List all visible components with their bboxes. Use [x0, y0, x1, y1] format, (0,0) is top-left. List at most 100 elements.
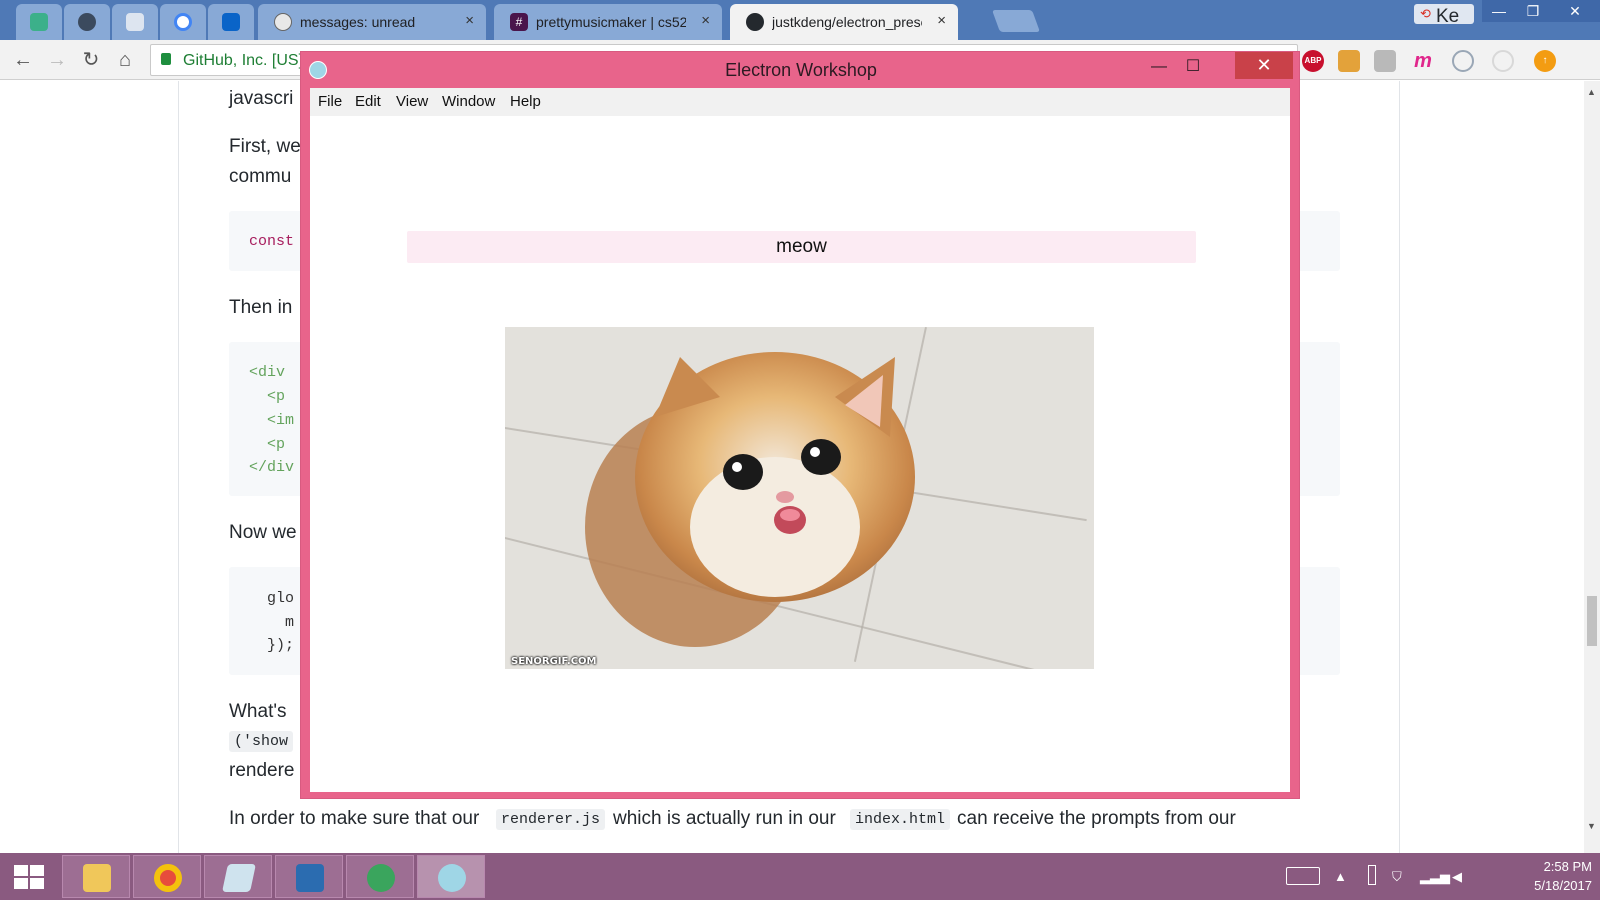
- kitten-illustration: [585, 352, 915, 647]
- tab-label: justkdeng/electron_prese: [772, 14, 922, 30]
- paragraph-text: can receive the prompts from our: [957, 808, 1236, 829]
- electron-window: Electron Workshop — ☐ ✕ File Edit View W…: [300, 51, 1300, 799]
- taskbar-atom[interactable]: [346, 855, 414, 898]
- clock-time: 2:58 PM: [1543, 859, 1592, 874]
- inline-code: index.html: [850, 809, 951, 830]
- volume-icon[interactable]: ◀: [1452, 869, 1462, 885]
- code-line: <p: [267, 436, 286, 453]
- menu-help[interactable]: Help: [510, 93, 541, 110]
- menu-view[interactable]: View: [396, 93, 428, 110]
- code-line: <div: [249, 364, 286, 381]
- folder-icon: [83, 864, 111, 892]
- secure-lock-icon: [161, 53, 171, 65]
- tab-prettymusicmaker[interactable]: # prettymusicmaker | cs52 ×: [494, 4, 722, 40]
- clock-date: 5/18/2017: [1534, 878, 1592, 893]
- pinned-tab-3[interactable]: [112, 4, 158, 40]
- paragraph-text: Now we: [229, 522, 297, 543]
- notepad-icon: [222, 864, 256, 892]
- image-watermark: SENORGIF.COM: [511, 656, 597, 667]
- windows-taskbar: ▲ ⛉ ▂▃▅ ◀ 2:58 PM 5/18/2017: [0, 853, 1600, 900]
- system-clock[interactable]: 2:58 PM 5/18/2017: [1500, 857, 1592, 895]
- kitten-image: SENORGIF.COM: [505, 327, 1094, 669]
- sync-error-icon: ⟲: [1420, 6, 1431, 21]
- menu-window[interactable]: Window: [442, 93, 495, 110]
- back-button[interactable]: ←: [10, 48, 36, 74]
- paragraph-text: rendere: [229, 760, 295, 781]
- show-hidden-icons[interactable]: ▲: [1334, 869, 1347, 884]
- touch-keyboard-icon[interactable]: [1286, 867, 1320, 885]
- browser-close-button[interactable]: ✕: [1550, 0, 1600, 22]
- app-favicon-icon: [78, 13, 96, 31]
- new-tab-button[interactable]: [991, 10, 1041, 32]
- update-arrow-icon[interactable]: ↑: [1534, 50, 1556, 72]
- code-line: });: [267, 637, 295, 654]
- menu-file[interactable]: File: [318, 93, 342, 110]
- scroll-thumb[interactable]: [1587, 596, 1597, 646]
- forward-button[interactable]: →: [44, 48, 70, 74]
- paragraph-text: In order to make sure that our: [229, 808, 480, 829]
- site-identity: GitHub, Inc. [US]: [183, 52, 304, 69]
- extension-k-icon[interactable]: [1374, 50, 1396, 72]
- electron-content: File Edit View Window Help meow SENORGIF…: [310, 88, 1290, 792]
- scroll-down-icon[interactable]: ▼: [1587, 821, 1596, 831]
- reddit-icon: [274, 13, 292, 31]
- menu-edit[interactable]: Edit: [355, 93, 381, 110]
- taskbar-file-explorer[interactable]: [62, 855, 130, 898]
- pinned-tab-1[interactable]: [16, 4, 62, 40]
- electron-icon: [438, 864, 466, 892]
- wifi-signal-icon[interactable]: ▂▃▅: [1420, 869, 1450, 885]
- profile-button[interactable]: ⟲ Ke: [1414, 4, 1474, 27]
- extension-m-icon[interactable]: m: [1412, 50, 1434, 72]
- taskbar-powershell[interactable]: [275, 855, 343, 898]
- paragraph-text: javascri: [229, 88, 294, 109]
- extension-face-icon[interactable]: [1338, 50, 1360, 72]
- powershell-icon: [296, 864, 324, 892]
- extension-circle-icon[interactable]: [1492, 50, 1514, 72]
- battery-icon[interactable]: [1368, 865, 1376, 885]
- windows-start-icon[interactable]: [14, 865, 46, 891]
- code-line: </div: [249, 459, 295, 476]
- pinned-tab-outlook[interactable]: [208, 4, 254, 40]
- inline-code: renderer.js: [496, 809, 606, 830]
- profile-name: Ke: [1436, 6, 1460, 27]
- defender-shield-icon[interactable]: ⛉: [1392, 869, 1402, 885]
- tab-close-icon[interactable]: ×: [465, 12, 474, 29]
- google-icon: [174, 13, 192, 31]
- taskbar-chrome[interactable]: [133, 855, 201, 898]
- browser-tab-strip: messages: unread × # prettymusicmaker | …: [0, 0, 1600, 40]
- electron-close-button[interactable]: ✕: [1235, 52, 1293, 79]
- electron-maximize-button[interactable]: ☐: [1177, 54, 1209, 80]
- github-icon: [746, 13, 764, 31]
- code-line: <p: [267, 388, 286, 405]
- taskbar-electron[interactable]: [417, 855, 485, 898]
- tab-close-icon[interactable]: ×: [937, 12, 946, 29]
- slack-hash-icon: #: [510, 13, 528, 31]
- paragraph-text: commu: [229, 166, 292, 187]
- react-devtools-icon[interactable]: [1452, 50, 1474, 72]
- pinned-tab-2[interactable]: [64, 4, 110, 40]
- tab-messages[interactable]: messages: unread ×: [258, 4, 486, 40]
- electron-titlebar[interactable]: Electron Workshop — ☐ ✕: [301, 52, 1301, 88]
- tab-github-active[interactable]: justkdeng/electron_prese ×: [730, 4, 958, 40]
- browser-restore-button[interactable]: ❐: [1516, 0, 1550, 22]
- tab-label: messages: unread: [300, 14, 416, 30]
- meow-banner: meow: [407, 231, 1196, 263]
- taskbar-notepad[interactable]: [204, 855, 272, 898]
- reload-button[interactable]: ↻: [78, 48, 104, 74]
- paragraph-text: First, we: [229, 136, 301, 157]
- scroll-up-icon[interactable]: ▲: [1587, 87, 1596, 97]
- code-line: const: [249, 233, 295, 250]
- code-line: m: [285, 614, 295, 631]
- paragraph-text: Then in: [229, 297, 293, 318]
- home-button[interactable]: ⌂: [112, 48, 138, 74]
- tab-close-icon[interactable]: ×: [701, 12, 710, 29]
- pinned-tab-google[interactable]: [160, 4, 206, 40]
- page-scrollbar[interactable]: ▲ ▼: [1584, 81, 1600, 853]
- atom-icon: [367, 864, 395, 892]
- code-line: glo: [267, 590, 295, 607]
- electron-minimize-button[interactable]: —: [1143, 54, 1175, 80]
- inline-code: ('show: [229, 731, 294, 752]
- adblock-plus-icon[interactable]: ABP: [1302, 50, 1324, 72]
- electron-menubar: File Edit View Window Help: [310, 88, 1290, 116]
- browser-minimize-button[interactable]: —: [1482, 0, 1516, 22]
